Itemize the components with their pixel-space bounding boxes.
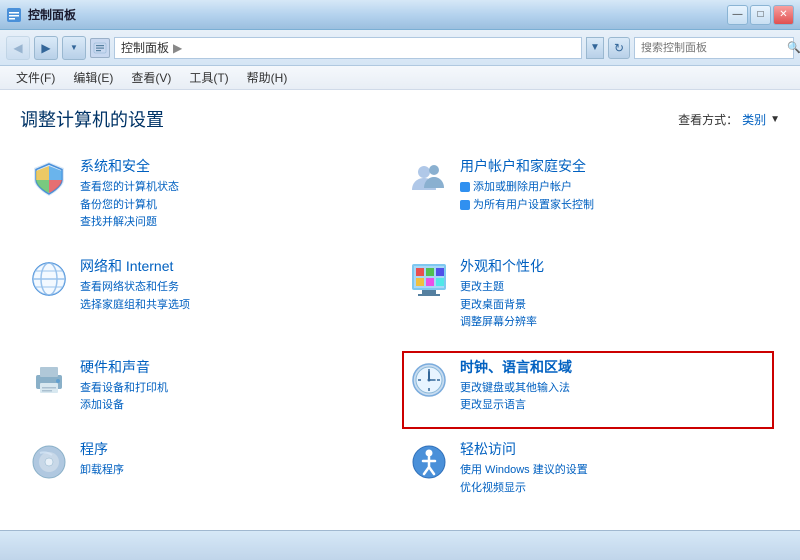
view-options: 查看方式： 类别 ▼ xyxy=(678,111,780,128)
hardware-title[interactable]: 硬件和声音 xyxy=(80,357,168,377)
highlight-border xyxy=(402,351,774,430)
search-icon[interactable]: 🔍 xyxy=(787,41,800,54)
shield-icon-1 xyxy=(460,182,470,192)
network-title[interactable]: 网络和 Internet xyxy=(80,256,190,276)
address-bar: ◀ ▶ ▼ 控制面板 ▶ ▼ ↻ 🔍 xyxy=(0,30,800,66)
menu-bar: 文件(F) 编辑(E) 查看(V) 工具(T) 帮助(H) xyxy=(0,66,800,90)
maximize-button[interactable]: □ xyxy=(750,5,771,25)
clock-region-link-2[interactable]: 更改显示语言 xyxy=(460,397,572,414)
hardware-icon xyxy=(28,359,70,401)
user-accounts-info: 用户帐户和家庭安全 添加或删除用户帐户 为所有用户设置家长控制 xyxy=(460,156,594,213)
title-bar: 控制面板 — □ ✕ xyxy=(0,0,800,30)
address-icon xyxy=(90,38,110,58)
minimize-button[interactable]: — xyxy=(727,5,748,25)
network-link-1[interactable]: 查看网络状态和任务 xyxy=(80,279,190,296)
category-user-accounts[interactable]: 用户帐户和家庭安全 添加或删除用户帐户 为所有用户设置家长控制 xyxy=(400,148,780,248)
categories-grid: 系统和安全 查看您的计算机状态 备份您的计算机 查找并解决问题 用户帐户和家庭安… xyxy=(20,148,780,514)
recent-pages-button[interactable]: ▼ xyxy=(62,36,86,60)
appearance-link-3[interactable]: 调整屏幕分辨率 xyxy=(460,314,544,331)
network-link-2[interactable]: 选择家庭组和共享选项 xyxy=(80,297,190,314)
hardware-link-1[interactable]: 查看设备和打印机 xyxy=(80,380,168,397)
ease-access-info: 轻松访问 使用 Windows 建议的设置 优化视频显示 xyxy=(460,439,588,496)
appearance-title[interactable]: 外观和个性化 xyxy=(460,256,544,276)
ease-access-link-1[interactable]: 使用 Windows 建议的设置 xyxy=(460,462,588,479)
view-value[interactable]: 类别 xyxy=(742,111,766,128)
ease-access-icon xyxy=(408,441,450,483)
system-security-link-3[interactable]: 查找并解决问题 xyxy=(80,214,179,231)
forward-button[interactable]: ▶ xyxy=(34,36,58,60)
close-button[interactable]: ✕ xyxy=(773,5,794,25)
view-dropdown-icon[interactable]: ▼ xyxy=(770,114,780,125)
user-accounts-icon xyxy=(408,158,450,200)
hardware-info: 硬件和声音 查看设备和打印机 添加设备 xyxy=(80,357,168,414)
shield-icon-2 xyxy=(460,200,470,210)
menu-help[interactable]: 帮助(H) xyxy=(239,67,296,88)
ease-access-title[interactable]: 轻松访问 xyxy=(460,439,588,459)
menu-edit[interactable]: 编辑(E) xyxy=(65,67,121,88)
category-appearance[interactable]: 外观和个性化 更改主题 更改桌面背景 调整屏幕分辨率 xyxy=(400,248,780,348)
ease-access-link-2[interactable]: 优化视频显示 xyxy=(460,480,588,497)
category-hardware[interactable]: 硬件和声音 查看设备和打印机 添加设备 xyxy=(20,349,400,432)
page-title: 调整计算机的设置 xyxy=(20,106,164,132)
clock-region-title[interactable]: 时钟、语言和区域 xyxy=(460,357,572,377)
menu-view[interactable]: 查看(V) xyxy=(123,67,179,88)
page-title-row: 调整计算机的设置 查看方式： 类别 ▼ xyxy=(20,106,780,132)
system-security-info: 系统和安全 查看您的计算机状态 备份您的计算机 查找并解决问题 xyxy=(80,156,179,231)
address-dropdown-button[interactable]: ▼ xyxy=(586,37,604,59)
network-info: 网络和 Internet 查看网络状态和任务 选择家庭组和共享选项 xyxy=(80,256,190,313)
system-security-icon xyxy=(28,158,70,200)
view-label: 查看方式： xyxy=(678,111,738,128)
category-system-security[interactable]: 系统和安全 查看您的计算机状态 备份您的计算机 查找并解决问题 xyxy=(20,148,400,248)
hardware-link-2[interactable]: 添加设备 xyxy=(80,397,168,414)
category-ease-access[interactable]: 轻松访问 使用 Windows 建议的设置 优化视频显示 xyxy=(400,431,780,514)
path-separator: ▶ xyxy=(173,41,182,55)
user-accounts-link-2[interactable]: 为所有用户设置家长控制 xyxy=(460,197,594,214)
network-icon xyxy=(28,258,70,300)
programs-title[interactable]: 程序 xyxy=(80,439,124,459)
appearance-icon xyxy=(408,258,450,300)
search-input[interactable] xyxy=(641,42,783,54)
programs-icon xyxy=(28,441,70,483)
category-programs[interactable]: 程序 卸载程序 xyxy=(20,431,400,514)
menu-file[interactable]: 文件(F) xyxy=(8,67,63,88)
appearance-info: 外观和个性化 更改主题 更改桌面背景 调整屏幕分辨率 xyxy=(460,256,544,331)
user-accounts-link-1[interactable]: 添加或删除用户帐户 xyxy=(460,179,594,196)
programs-link-1[interactable]: 卸载程序 xyxy=(80,462,124,479)
main-content: 调整计算机的设置 查看方式： 类别 ▼ 系统和安全 xyxy=(0,90,800,530)
category-clock-region[interactable]: 时钟、语言和区域 更改键盘或其他输入法 更改显示语言 xyxy=(400,349,780,432)
category-network[interactable]: 网络和 Internet 查看网络状态和任务 选择家庭组和共享选项 xyxy=(20,248,400,348)
clock-region-icon xyxy=(408,359,450,401)
clock-region-info: 时钟、语言和区域 更改键盘或其他输入法 更改显示语言 xyxy=(460,357,572,414)
system-security-title[interactable]: 系统和安全 xyxy=(80,156,179,176)
clock-region-link-1[interactable]: 更改键盘或其他输入法 xyxy=(460,380,572,397)
title-controls: — □ ✕ xyxy=(727,5,794,25)
search-box: 🔍 xyxy=(634,37,794,59)
system-security-link-1[interactable]: 查看您的计算机状态 xyxy=(80,179,179,196)
appearance-link-2[interactable]: 更改桌面背景 xyxy=(460,297,544,314)
title-text: 控制面板 xyxy=(28,6,76,23)
window-icon xyxy=(6,7,22,23)
programs-info: 程序 卸载程序 xyxy=(80,439,124,479)
address-path[interactable]: 控制面板 ▶ xyxy=(114,37,582,59)
user-accounts-title[interactable]: 用户帐户和家庭安全 xyxy=(460,156,594,176)
system-security-link-2[interactable]: 备份您的计算机 xyxy=(80,197,179,214)
title-bar-left: 控制面板 xyxy=(6,6,76,23)
menu-tools[interactable]: 工具(T) xyxy=(181,67,236,88)
appearance-link-1[interactable]: 更改主题 xyxy=(460,279,544,296)
path-text: 控制面板 xyxy=(121,39,169,56)
back-button[interactable]: ◀ xyxy=(6,36,30,60)
refresh-button[interactable]: ↻ xyxy=(608,37,630,59)
status-bar xyxy=(0,530,800,560)
